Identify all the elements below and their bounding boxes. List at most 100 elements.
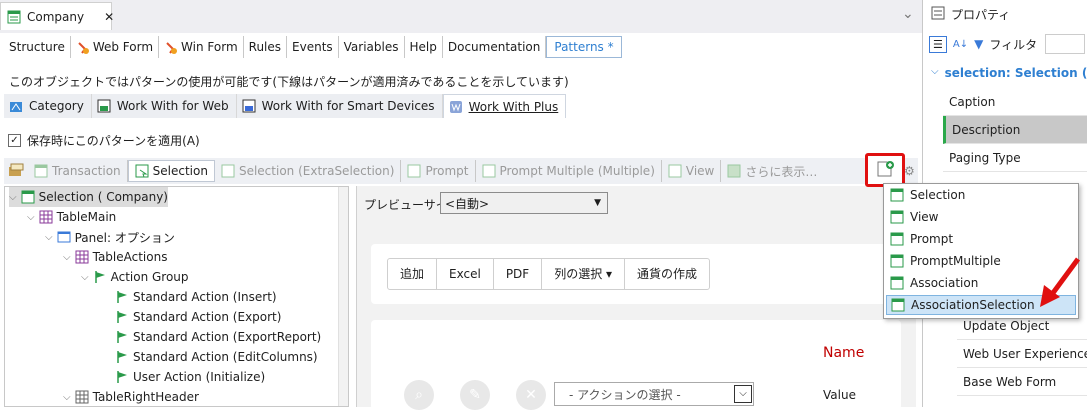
pattern-tab-work-with-smart-devices[interactable]: Work With for Smart Devices [236, 94, 443, 118]
tree-node[interactable]: ⌵ TableActions [63, 247, 167, 267]
tree-node[interactable]: Standard Action (Insert) [115, 287, 277, 307]
tree-node-label: TableActions [92, 250, 168, 264]
tree-node[interactable]: ⌵ TableMain [27, 207, 116, 227]
properties-title: プロパティ [951, 7, 1011, 22]
select-columns-button[interactable]: 列の選択 ▾ [542, 259, 626, 289]
add-document-icon [876, 160, 894, 181]
instance-selection-extra[interactable]: Selection (ExtraSelection) [215, 160, 402, 182]
tab-label: Web Form [92, 40, 154, 54]
expand-icon[interactable]: ⌵ [63, 392, 71, 403]
add-button[interactable]: 追加 [388, 259, 438, 289]
tree-node[interactable]: ⌵ Selection ( Company) [9, 187, 168, 207]
tab-label: Help [409, 40, 437, 54]
tab-variables[interactable]: Variables [339, 36, 405, 58]
instance-transaction[interactable]: Transaction [28, 160, 128, 182]
expand-icon[interactable]: ⌵ [45, 232, 53, 243]
chevron-down-icon: ▼ [594, 198, 601, 208]
tab-web-form[interactable]: Web Form [71, 36, 160, 58]
tree-node-label: Standard Action (Export) [133, 310, 282, 324]
expand-icon[interactable]: ⌵ [63, 252, 71, 263]
pattern-tab-work-with-web[interactable]: Work With for Web [91, 94, 237, 118]
transaction-icon [7, 10, 21, 24]
tree-node[interactable]: Standard Action (EditColumns) [115, 347, 318, 367]
tab-events[interactable]: Events [287, 36, 339, 58]
name-column-header: Name [823, 345, 865, 361]
apply-on-save-checkbox[interactable]: ✓ [8, 134, 21, 147]
tab-label: Patterns * [554, 40, 614, 54]
expand-icon[interactable]: ⌵ [27, 212, 35, 223]
instance-label: さらに表示… [745, 164, 818, 179]
tab-win-form[interactable]: Win Form [159, 36, 244, 58]
pattern-tab-category[interactable]: Category [4, 94, 92, 118]
delete-icon[interactable]: ✕ [516, 380, 546, 410]
view-icon [890, 210, 904, 224]
settings-icon[interactable]: ⚙ [904, 164, 915, 178]
tab-label: Documentation [447, 40, 541, 54]
categorized-icon[interactable]: ☰ [929, 35, 947, 53]
tree-node-label: TableRightHeader [92, 390, 199, 404]
pattern-tab-label: Work With for Web [116, 99, 229, 113]
add-instance-button[interactable] [865, 153, 905, 187]
instance-prompt-multiple[interactable]: Prompt Multiple (Multiple) [476, 160, 662, 182]
sort-alpha-icon[interactable]: A↓ [953, 39, 968, 50]
menu-item-view[interactable]: View [886, 207, 1076, 227]
tab-help[interactable]: Help [405, 36, 443, 58]
properties-section-title: selection: Selection ( [944, 66, 1087, 80]
search-icon[interactable]: ⌕ [404, 380, 434, 410]
edit-icon[interactable]: ✎ [460, 380, 490, 410]
menu-item-selection[interactable]: Selection [886, 185, 1076, 205]
action-select[interactable]: - アクションの選択 - [554, 382, 754, 406]
properties-toolbar: ☰ A↓ ▼ フィルタ [923, 30, 1087, 58]
win-form-icon [164, 40, 178, 54]
excel-button[interactable]: Excel [437, 259, 494, 289]
chevron-down-icon[interactable]: ⌄ [902, 6, 914, 22]
filter-icon[interactable]: ▼ [974, 37, 983, 51]
property-web-user-experience[interactable]: Web User Experience [957, 340, 1087, 368]
pattern-info-text: このオブジェクトではパターンの使用が可能です(下線はパターンが適用済みであること… [9, 75, 569, 89]
tree-node[interactable]: User Action (Initialize) [115, 367, 265, 387]
tree-node[interactable]: ⌵ TableRightHeader [63, 387, 199, 407]
pattern-tab-work-with-plus[interactable]: Work With Plus [442, 94, 567, 118]
pattern-icon [9, 99, 23, 113]
instance-selection[interactable]: Selection [127, 160, 215, 182]
expand-icon[interactable]: ⌵ [81, 272, 89, 283]
property-description[interactable]: Description [943, 116, 1087, 144]
property-caption[interactable]: Caption [943, 88, 1087, 116]
instance-prompt[interactable]: Prompt [401, 160, 476, 182]
pattern-tab-label: Work With for Smart Devices [261, 99, 435, 113]
property-paging-type[interactable]: Paging Type [943, 144, 1087, 172]
properties-section-header[interactable]: ⌵ selection: Selection ( [931, 66, 1087, 80]
action-select-value: - アクションの選択 - [569, 387, 681, 402]
tree-scrollbar[interactable] [338, 187, 348, 406]
preview-size-select[interactable]: <自動> ▼ [440, 192, 608, 214]
pdf-button[interactable]: PDF [494, 259, 543, 289]
create-currency-button[interactable]: 通貨の作成 [625, 259, 709, 289]
instance-label: Transaction [52, 164, 121, 178]
menu-item-prompt[interactable]: Prompt [886, 229, 1076, 249]
instance-view[interactable]: View [662, 160, 722, 182]
selection-icon [21, 190, 35, 204]
tab-rules[interactable]: Rules [244, 36, 288, 58]
filter-input[interactable] [1045, 34, 1086, 54]
document-tab-company[interactable]: Company ✕ [0, 2, 114, 30]
property-base-web-form[interactable]: Base Web Form [957, 368, 1087, 396]
close-icon[interactable]: ✕ [104, 10, 114, 24]
instance-label: Prompt [425, 164, 469, 178]
tree-node[interactable]: Standard Action (Export) [115, 307, 281, 327]
table-icon [75, 250, 89, 264]
tab-label: Rules [248, 40, 282, 54]
chevron-down-icon[interactable]: ⌵ [734, 385, 752, 403]
tree-node[interactable]: Standard Action (ExportReport) [115, 327, 321, 347]
tab-patterns[interactable]: Patterns * [546, 36, 622, 58]
pattern-icon [97, 99, 111, 113]
expand-icon[interactable]: ⌵ [9, 192, 17, 203]
tree-node[interactable]: ⌵ Action Group [81, 267, 189, 287]
properties-toolbar-icon[interactable] [4, 163, 28, 180]
tab-structure[interactable]: Structure [4, 36, 71, 58]
tab-documentation[interactable]: Documentation [443, 36, 547, 58]
document-tab-title: Company [27, 9, 85, 24]
properties-icon [931, 6, 945, 23]
tree-node[interactable]: ⌵ Panel: オプション [45, 227, 175, 247]
instance-more[interactable]: さらに表示… [721, 160, 823, 182]
menu-item-label: PromptMultiple [910, 254, 1001, 268]
